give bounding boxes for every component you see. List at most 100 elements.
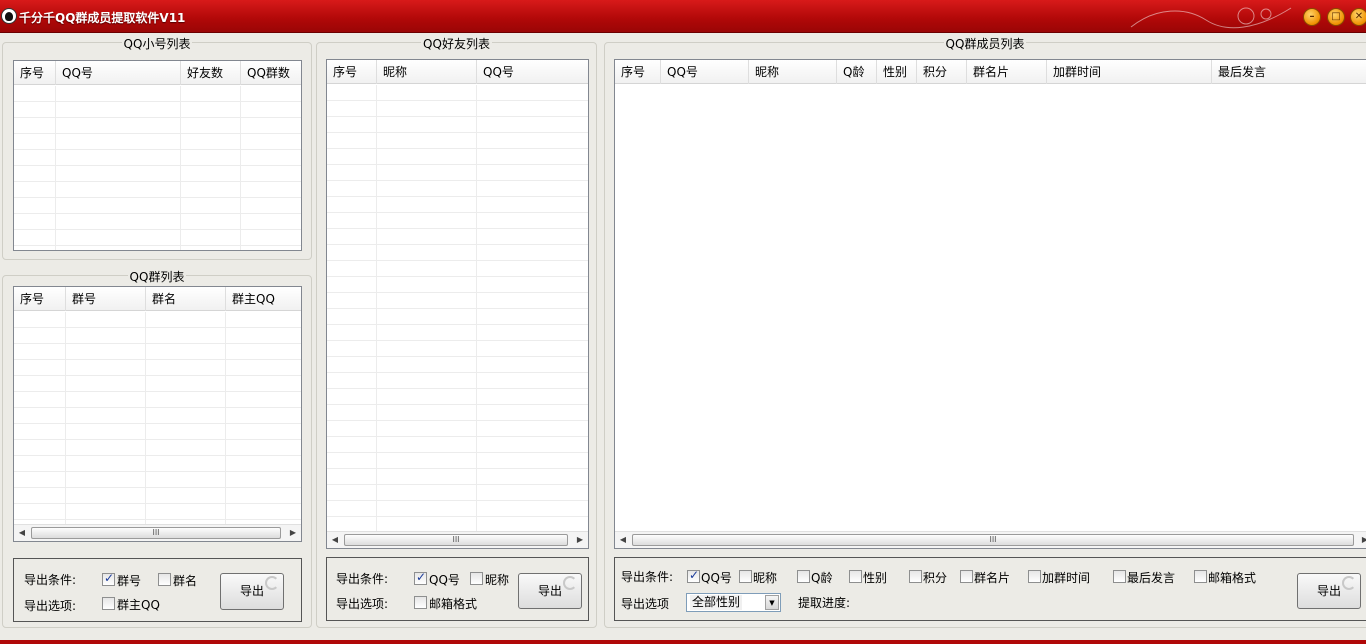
gender-select[interactable]: 全部性别 ▼ bbox=[686, 593, 781, 612]
qq-penguin-icon bbox=[1, 8, 17, 24]
scroll-right-icon[interactable]: ▶ bbox=[572, 532, 588, 548]
column-header[interactable]: 昵称 bbox=[377, 60, 477, 84]
checkbox-label: 性别 bbox=[863, 571, 888, 585]
checkbox-label: 最后发言 bbox=[1127, 571, 1176, 585]
table-header: 序号 群号 群名 群主QQ bbox=[14, 287, 301, 311]
table-header: 序号 昵称 QQ号 bbox=[327, 60, 588, 84]
column-header[interactable]: 加群时间 bbox=[1047, 60, 1212, 84]
checkbox-label: 加群时间 bbox=[1042, 571, 1091, 585]
checkbox-label: 群名 bbox=[173, 574, 198, 588]
small-account-group: QQ小号列表 序号 QQ号 好友数 QQ群数 bbox=[2, 37, 312, 260]
friend-list-group: QQ好友列表 序号 昵称 QQ号 ◀ III ▶ 导出条件: 导出选项: QQ号… bbox=[316, 37, 597, 628]
minimize-button[interactable]: – bbox=[1303, 8, 1321, 26]
export-group-name-checkbox[interactable] bbox=[158, 573, 171, 586]
gender-select-value: 全部性别 bbox=[690, 595, 743, 610]
export-qq-number-checkbox[interactable] bbox=[687, 568, 700, 583]
group-export-button[interactable]: 导出 bbox=[220, 573, 284, 610]
member-list-title: QQ群成员列表 bbox=[943, 37, 1027, 51]
column-header[interactable]: QQ号 bbox=[56, 61, 181, 85]
table-rows[interactable] bbox=[615, 85, 1366, 531]
column-header[interactable]: 序号 bbox=[14, 61, 56, 85]
scroll-thumb[interactable]: III bbox=[31, 527, 281, 539]
group-export-panel: 导出条件: 导出选项: 群号 群名 群主QQ 导出 bbox=[13, 558, 302, 622]
column-header[interactable]: 最后发言 bbox=[1212, 60, 1366, 84]
export-qq-age-checkbox[interactable] bbox=[797, 570, 810, 583]
export-condition-label: 导出条件: bbox=[621, 570, 674, 584]
export-join-time-checkbox[interactable] bbox=[1028, 570, 1041, 583]
export-option-label: 导出选项: bbox=[336, 597, 389, 611]
friend-list-table[interactable]: 序号 昵称 QQ号 ◀ III ▶ bbox=[326, 59, 589, 549]
column-header[interactable]: 积分 bbox=[917, 60, 967, 84]
export-option-label: 导出选项: bbox=[24, 599, 77, 613]
checkbox-label: 群主QQ bbox=[117, 598, 160, 612]
checkbox-label: 邮箱格式 bbox=[1208, 571, 1257, 585]
checkbox-label: 昵称 bbox=[485, 573, 510, 587]
small-account-table[interactable]: 序号 QQ号 好友数 QQ群数 bbox=[13, 60, 302, 251]
table-rows[interactable] bbox=[14, 86, 301, 250]
scroll-left-icon[interactable]: ◀ bbox=[327, 532, 343, 548]
maximize-button[interactable]: □ bbox=[1327, 8, 1345, 26]
column-header[interactable]: Q龄 bbox=[837, 60, 877, 84]
export-gender-checkbox[interactable] bbox=[849, 570, 862, 583]
table-header: 序号 QQ号 好友数 QQ群数 bbox=[14, 61, 301, 85]
horizontal-scrollbar[interactable]: ◀ III ▶ bbox=[615, 531, 1366, 548]
column-header[interactable]: QQ群数 bbox=[241, 61, 301, 85]
friend-export-button[interactable]: 导出 bbox=[518, 573, 582, 609]
export-nickname-checkbox[interactable] bbox=[470, 572, 483, 585]
column-header[interactable]: 群名 bbox=[146, 287, 226, 311]
member-list-group: QQ群成员列表 序号 QQ号 昵称 Q龄 性别 积分 群名片 加群时间 最后发言… bbox=[604, 37, 1366, 628]
bottom-border bbox=[0, 640, 1366, 644]
checkbox-label: 群号 bbox=[117, 574, 142, 588]
export-email-format-checkbox[interactable] bbox=[1194, 570, 1207, 583]
horizontal-scrollbar[interactable]: ◀ III ▶ bbox=[327, 531, 588, 548]
export-group-owner-checkbox[interactable] bbox=[102, 597, 115, 610]
column-header[interactable]: QQ号 bbox=[661, 60, 749, 84]
close-button[interactable]: ✕ bbox=[1350, 8, 1366, 26]
scroll-left-icon[interactable]: ◀ bbox=[14, 525, 30, 541]
export-last-speak-checkbox[interactable] bbox=[1113, 570, 1126, 583]
column-header[interactable]: 序号 bbox=[327, 60, 377, 84]
group-list-group: QQ群列表 序号 群号 群名 群主QQ ◀ III ▶ 导出条件: 导出选项: … bbox=[2, 270, 312, 628]
checkbox-label: 邮箱格式 bbox=[429, 597, 478, 611]
export-option-label: 导出选项 bbox=[621, 597, 670, 611]
column-header[interactable]: 好友数 bbox=[181, 61, 241, 85]
column-header[interactable]: 性别 bbox=[877, 60, 917, 84]
scroll-thumb[interactable]: III bbox=[344, 534, 568, 546]
column-header[interactable]: 群名片 bbox=[967, 60, 1047, 84]
member-export-button[interactable]: 导出 bbox=[1297, 573, 1361, 609]
table-rows[interactable] bbox=[14, 312, 301, 524]
export-qq-number-checkbox[interactable] bbox=[414, 570, 427, 585]
checkbox-label: 群名片 bbox=[974, 571, 1011, 585]
export-points-checkbox[interactable] bbox=[909, 570, 922, 583]
checkbox-label: 昵称 bbox=[753, 571, 778, 585]
export-nickname-checkbox[interactable] bbox=[739, 570, 752, 583]
chevron-down-icon[interactable]: ▼ bbox=[765, 595, 779, 610]
member-list-table[interactable]: 序号 QQ号 昵称 Q龄 性别 积分 群名片 加群时间 最后发言 ◀ III ▶ bbox=[614, 59, 1366, 549]
scroll-right-icon[interactable]: ▶ bbox=[1357, 532, 1366, 548]
column-header[interactable]: 序号 bbox=[14, 287, 66, 311]
export-condition-label: 导出条件: bbox=[24, 573, 77, 587]
column-header[interactable]: 昵称 bbox=[749, 60, 837, 84]
table-header: 序号 QQ号 昵称 Q龄 性别 积分 群名片 加群时间 最后发言 bbox=[615, 60, 1366, 84]
export-email-format-checkbox[interactable] bbox=[414, 596, 427, 609]
title-bar[interactable]: 千分千QQ群成员提取软件V11 – □ ✕ bbox=[0, 0, 1366, 33]
column-header[interactable]: QQ号 bbox=[477, 60, 588, 84]
column-header[interactable]: 群主QQ bbox=[226, 287, 301, 311]
checkbox-label: QQ号 bbox=[701, 571, 732, 585]
friend-list-title: QQ好友列表 bbox=[421, 37, 492, 51]
scroll-thumb[interactable]: III bbox=[632, 534, 1354, 546]
group-list-title: QQ群列表 bbox=[127, 270, 187, 284]
column-header[interactable]: 群号 bbox=[66, 287, 146, 311]
export-group-number-checkbox[interactable] bbox=[102, 571, 115, 586]
checkbox-label: QQ号 bbox=[429, 573, 460, 587]
decorative-swirl-icon bbox=[1130, 7, 1292, 29]
table-rows[interactable] bbox=[327, 85, 588, 531]
column-header[interactable]: 序号 bbox=[615, 60, 661, 84]
horizontal-scrollbar[interactable]: ◀ III ▶ bbox=[14, 524, 301, 541]
checkbox-label: Q龄 bbox=[811, 571, 833, 585]
group-list-table[interactable]: 序号 群号 群名 群主QQ ◀ III ▶ bbox=[13, 286, 302, 542]
checkbox-label: 积分 bbox=[923, 571, 948, 585]
scroll-left-icon[interactable]: ◀ bbox=[615, 532, 631, 548]
scroll-right-icon[interactable]: ▶ bbox=[285, 525, 301, 541]
export-group-card-checkbox[interactable] bbox=[960, 570, 973, 583]
